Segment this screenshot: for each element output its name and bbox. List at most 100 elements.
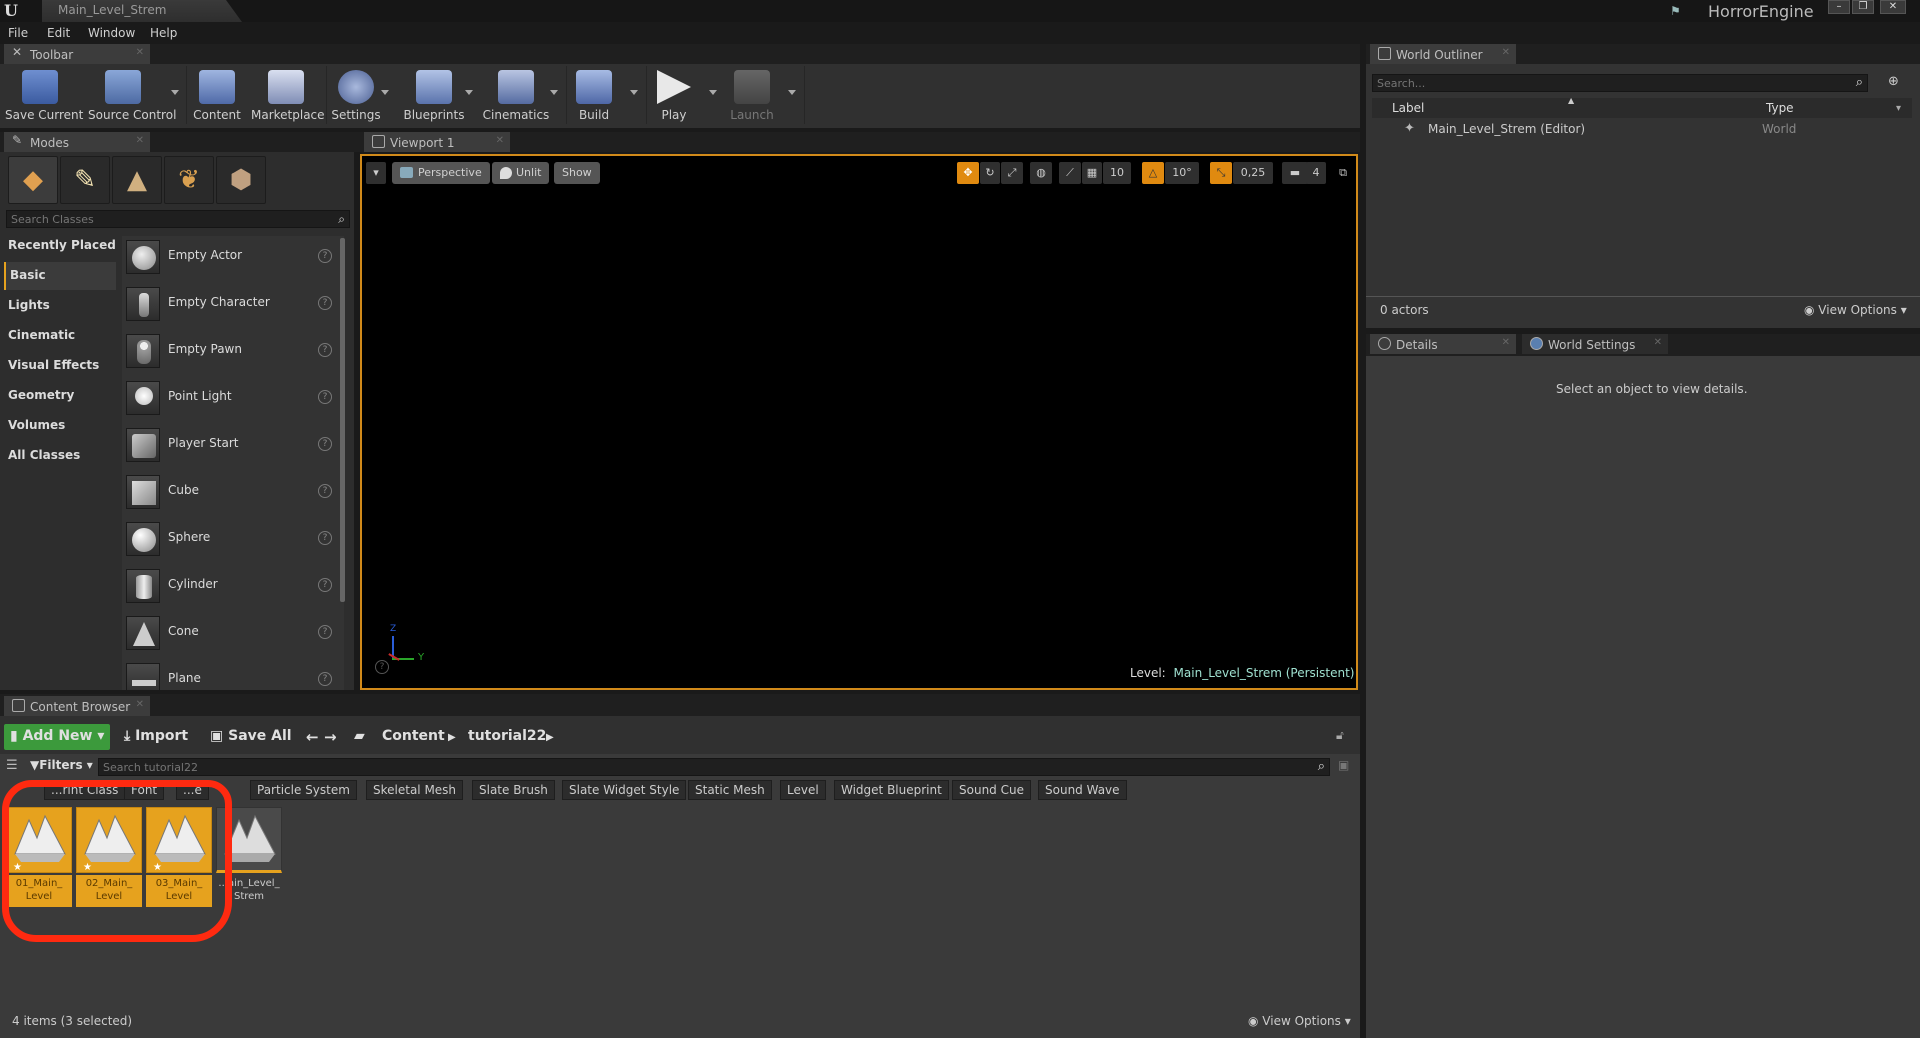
surface-snap-icon[interactable]: ⟋ bbox=[1059, 162, 1081, 184]
list-item[interactable]: Sphere? bbox=[124, 518, 334, 562]
scale-snap-icon[interactable]: ⤡ bbox=[1210, 162, 1232, 184]
category-basic[interactable]: Basic bbox=[4, 262, 116, 290]
geometry-mode-icon[interactable]: ⬢ bbox=[216, 156, 266, 204]
help-icon[interactable]: ? bbox=[318, 484, 332, 498]
filter-chip[interactable]: Slate Brush bbox=[472, 780, 555, 800]
document-tab[interactable]: Main_Level_Strem bbox=[42, 0, 242, 22]
minimize-button[interactable]: – bbox=[1828, 0, 1850, 14]
breadcrumb-content[interactable]: Content bbox=[376, 724, 451, 750]
lock-icon[interactable]: 🔓︎ bbox=[1336, 728, 1344, 743]
content-button[interactable]: Content bbox=[182, 64, 252, 126]
close-tab-icon[interactable]: ✕ bbox=[136, 135, 144, 146]
menu-edit[interactable]: Edit bbox=[47, 26, 70, 40]
category-visual-effects[interactable]: Visual Effects bbox=[4, 352, 116, 380]
list-item[interactable]: Empty Pawn? bbox=[124, 330, 334, 374]
add-new-button[interactable]: ▮ Add New ▾ bbox=[4, 724, 111, 750]
view-mode-button[interactable]: Unlit bbox=[492, 162, 550, 184]
search-icon[interactable]: ⌕ bbox=[338, 212, 345, 227]
category-volumes[interactable]: Volumes bbox=[4, 412, 116, 440]
cinematics-button[interactable]: Cinematics bbox=[481, 64, 551, 126]
settings-dropdown[interactable] bbox=[381, 90, 389, 96]
tab-viewport[interactable]: Viewport 1 ✕ bbox=[364, 132, 510, 152]
category-all-classes[interactable]: All Classes bbox=[4, 442, 116, 470]
close-tab-icon[interactable]: ✕ bbox=[1654, 337, 1662, 348]
help-icon[interactable]: ? bbox=[318, 390, 332, 404]
tab-modes[interactable]: ✎ Modes ✕ bbox=[4, 132, 150, 152]
breadcrumb-tutorial22[interactable]: tutorial22 bbox=[462, 724, 552, 750]
menu-file[interactable]: File bbox=[8, 26, 28, 40]
blueprints-button[interactable]: Blueprints bbox=[399, 64, 469, 126]
tab-details[interactable]: Details ✕ bbox=[1370, 334, 1516, 354]
grid-snap-value[interactable]: 10 bbox=[1103, 162, 1131, 184]
category-geometry[interactable]: Geometry bbox=[4, 382, 116, 410]
filter-chip[interactable]: Sound Cue bbox=[952, 780, 1031, 800]
viewport-help-icon[interactable]: ? bbox=[375, 660, 389, 674]
foliage-mode-icon[interactable]: ❦ bbox=[164, 156, 214, 204]
save-search-icon[interactable]: ▣ bbox=[1338, 758, 1349, 772]
filter-chip[interactable]: Slate Widget Style bbox=[562, 780, 687, 800]
column-type[interactable]: Type bbox=[1766, 101, 1794, 115]
maximize-viewport-icon[interactable]: ⧉ bbox=[1334, 162, 1352, 184]
list-item[interactable]: Empty Character? bbox=[124, 283, 334, 327]
scale-snap-value[interactable]: 0,25 bbox=[1233, 162, 1273, 184]
list-item[interactable]: Cone? bbox=[124, 612, 334, 656]
list-item[interactable]: Plane? bbox=[124, 659, 334, 690]
close-tab-icon[interactable]: ✕ bbox=[1502, 47, 1510, 58]
tab-world-outliner[interactable]: World Outliner ✕ bbox=[1370, 44, 1516, 64]
build-dropdown[interactable] bbox=[630, 90, 638, 96]
filter-chip[interactable]: Static Mesh bbox=[688, 780, 772, 800]
menu-help[interactable]: Help bbox=[150, 26, 177, 40]
translate-tool-icon[interactable]: ✥ bbox=[957, 162, 979, 184]
placeable-scrollbar[interactable] bbox=[340, 238, 345, 602]
perspective-button[interactable]: Perspective bbox=[392, 162, 490, 184]
save-all-button[interactable]: ▣ Save All bbox=[204, 724, 298, 750]
viewport-options-dropdown[interactable]: ▾ bbox=[366, 162, 386, 184]
outliner-search-input[interactable] bbox=[1377, 76, 1837, 90]
search-classes-box[interactable]: ⌕ bbox=[6, 210, 350, 228]
table-row[interactable]: ✦ Main_Level_Strem (Editor) World bbox=[1372, 120, 1912, 138]
content-search-input[interactable] bbox=[103, 760, 1293, 774]
search-icon[interactable]: ⌕ bbox=[1318, 759, 1325, 774]
list-item[interactable]: Empty Actor? bbox=[124, 236, 334, 280]
unreal-logo-icon[interactable]: U bbox=[4, 1, 24, 21]
list-item[interactable]: Cube? bbox=[124, 471, 334, 515]
world-space-icon[interactable]: ◍ bbox=[1030, 162, 1052, 184]
list-item[interactable]: Cylinder? bbox=[124, 565, 334, 609]
launch-dropdown[interactable] bbox=[788, 90, 796, 96]
scale-tool-icon[interactable]: ⤢ bbox=[1001, 162, 1023, 184]
tab-world-settings[interactable]: World Settings ✕ bbox=[1522, 334, 1668, 354]
source-control-dropdown[interactable] bbox=[171, 90, 179, 96]
place-mode-icon[interactable]: ◆ bbox=[8, 156, 58, 204]
forward-button[interactable]: → bbox=[318, 724, 343, 750]
outliner-add-icon[interactable]: ⊕ bbox=[1888, 74, 1908, 92]
close-tab-icon[interactable]: ✕ bbox=[496, 135, 504, 146]
save-current-button[interactable]: Save Current bbox=[5, 64, 83, 126]
list-item[interactable]: Player Start? bbox=[124, 424, 334, 468]
play-dropdown[interactable] bbox=[709, 90, 717, 96]
help-icon[interactable]: ? bbox=[318, 296, 332, 310]
build-button[interactable]: Build bbox=[559, 64, 629, 126]
help-icon[interactable]: ? bbox=[318, 343, 332, 357]
filter-chip[interactable]: Skeletal Mesh bbox=[366, 780, 464, 800]
paint-mode-icon[interactable]: ✎ bbox=[60, 156, 110, 204]
content-view-options[interactable]: ◉ View Options ▾ bbox=[1248, 1014, 1351, 1028]
category-cinematic[interactable]: Cinematic bbox=[4, 322, 116, 350]
close-button[interactable]: ✕ bbox=[1880, 0, 1906, 14]
category-lights[interactable]: Lights bbox=[4, 292, 116, 320]
landscape-mode-icon[interactable]: ▲ bbox=[112, 156, 162, 204]
help-icon[interactable]: ? bbox=[318, 437, 332, 451]
help-icon[interactable]: ? bbox=[318, 672, 332, 686]
tab-toolbar[interactable]: ✕ Toolbar ✕ bbox=[4, 44, 150, 64]
import-button[interactable]: ⤓ Import bbox=[118, 724, 194, 750]
help-icon[interactable]: ? bbox=[318, 578, 332, 592]
camera-speed-icon[interactable]: ▬ bbox=[1282, 162, 1308, 184]
menu-window[interactable]: Window bbox=[88, 26, 135, 40]
search-icon[interactable]: ⌕ bbox=[1856, 75, 1863, 90]
camera-speed-value[interactable]: 4 bbox=[1306, 162, 1326, 184]
launch-button[interactable]: Launch bbox=[717, 64, 787, 126]
blueprints-dropdown[interactable] bbox=[465, 90, 473, 96]
filter-chip[interactable]: Sound Wave bbox=[1038, 780, 1127, 800]
rotate-tool-icon[interactable]: ↻ bbox=[980, 162, 1000, 184]
source-control-button[interactable]: Source Control bbox=[88, 64, 176, 126]
grid-snap-icon[interactable]: ▦ bbox=[1082, 162, 1102, 184]
